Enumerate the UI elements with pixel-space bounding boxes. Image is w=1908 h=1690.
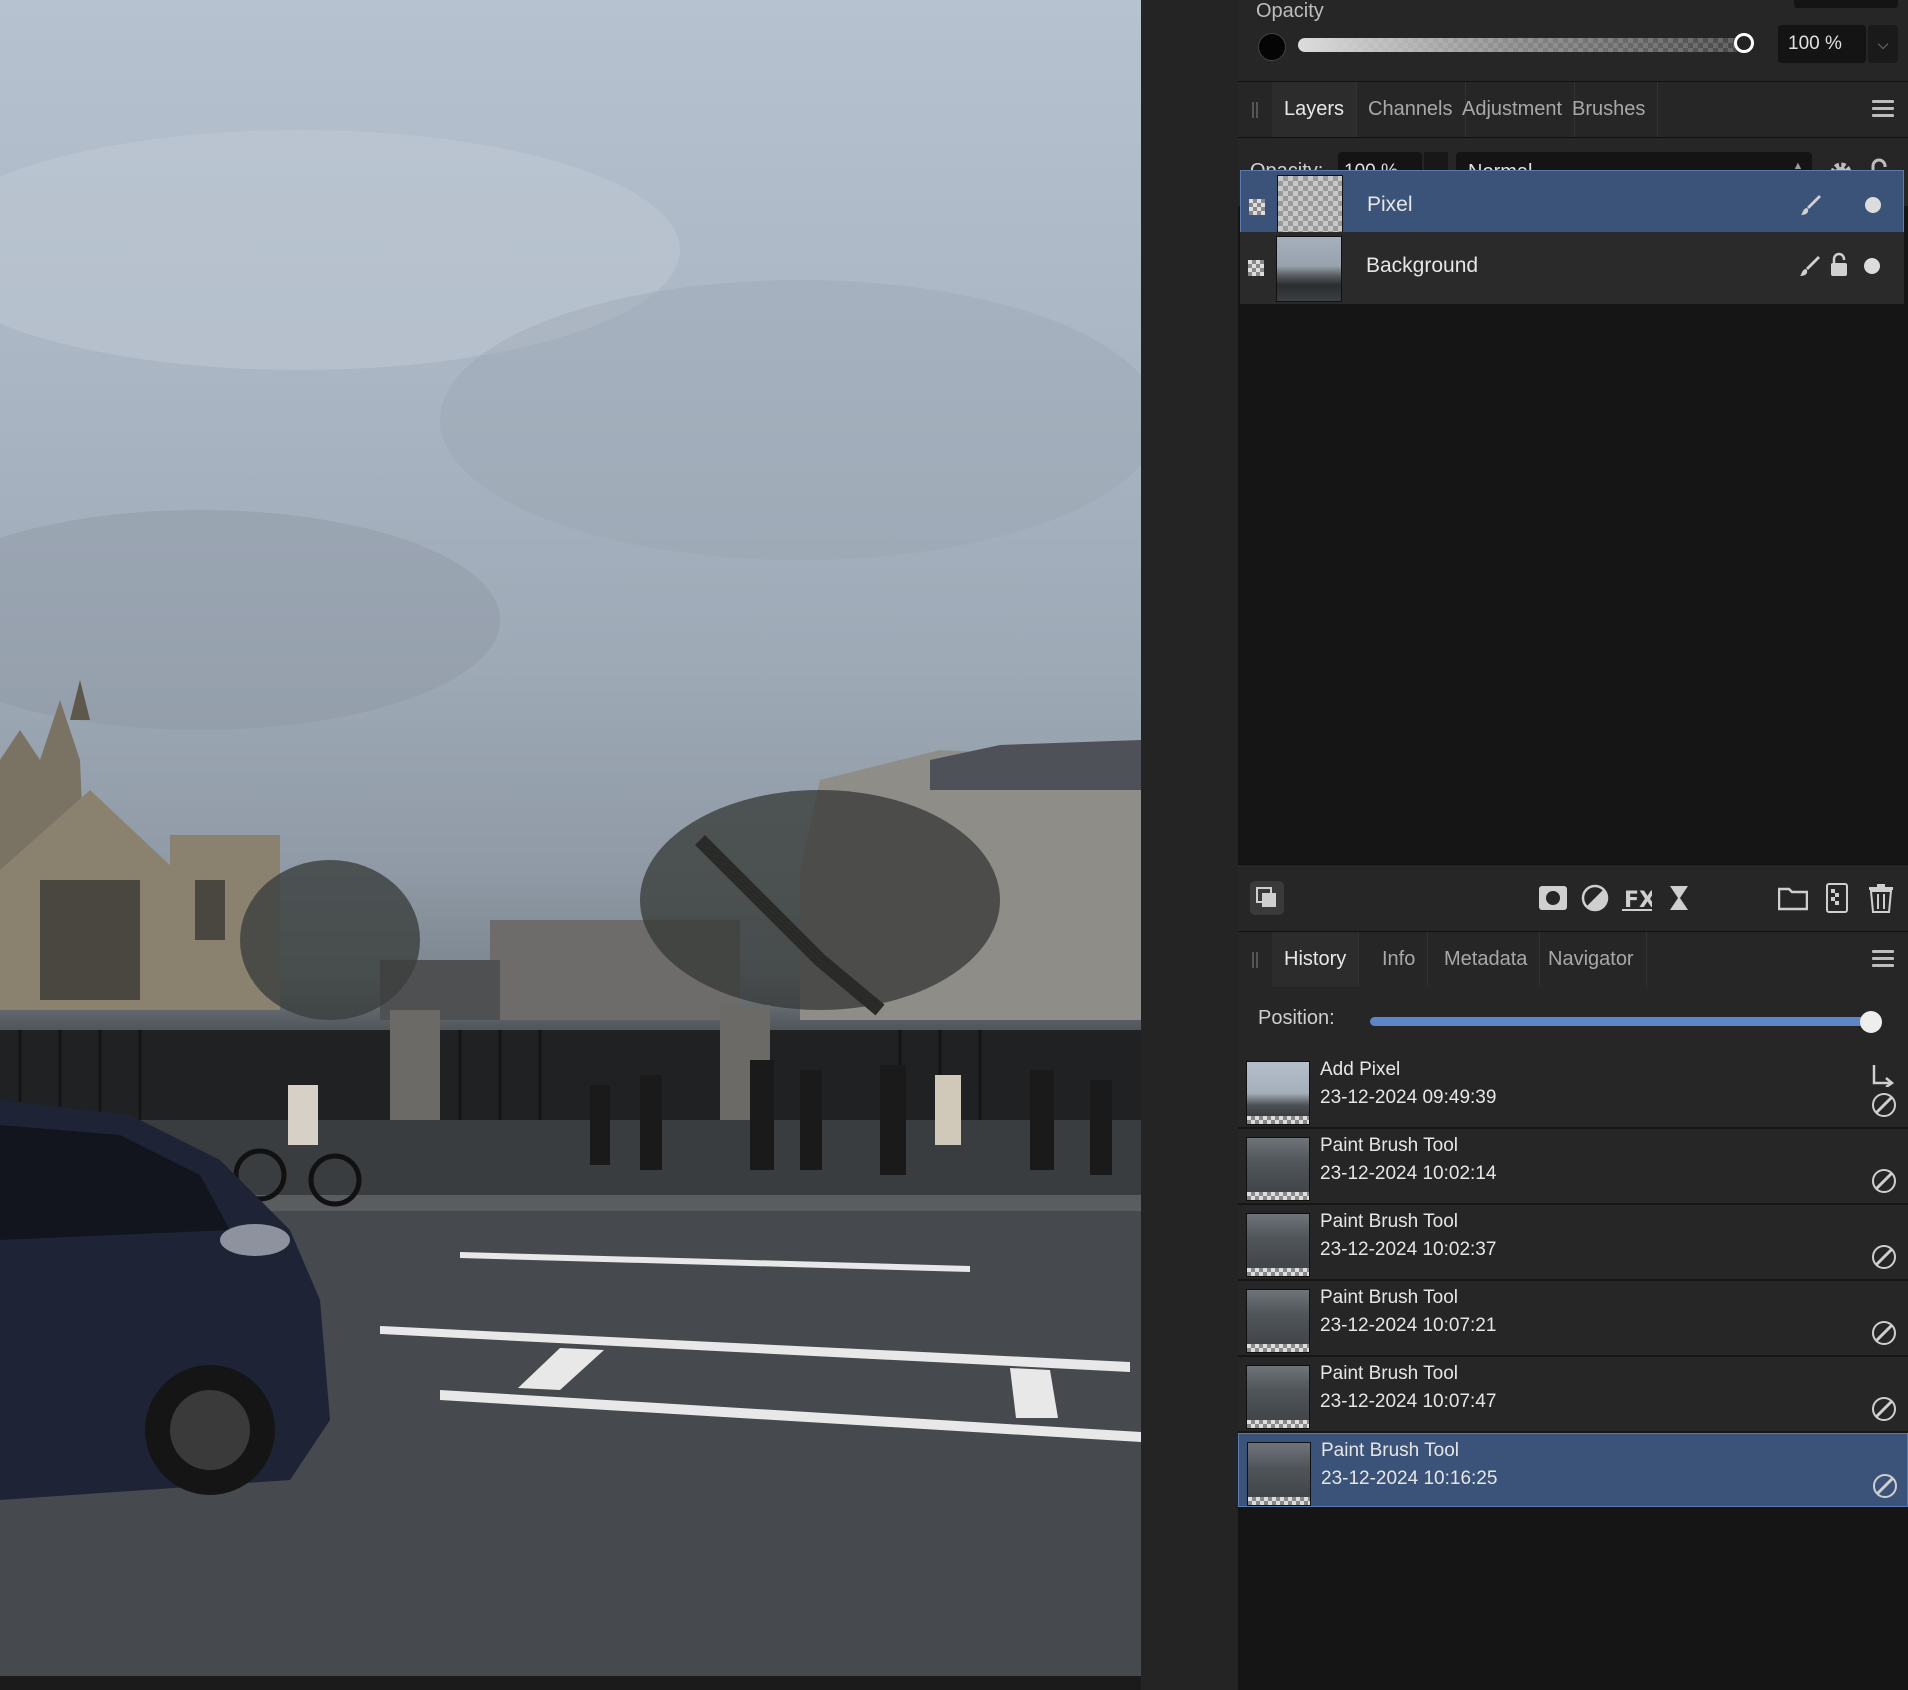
- history-action: Paint Brush Tool: [1320, 1363, 1459, 1384]
- history-action: Paint Brush Tool: [1320, 1287, 1459, 1308]
- layers-tabbar: Layers Channels Adjustment Brushes: [1238, 81, 1908, 138]
- adjustment-icon[interactable]: [1580, 883, 1610, 913]
- history-position-bar: Position:: [1238, 987, 1908, 1054]
- history-time: 23-12-2024 10:02:37: [1320, 1239, 1497, 1260]
- visibility-dot-icon[interactable]: [1865, 197, 1881, 213]
- history-thumbnail: [1247, 1442, 1311, 1506]
- history-entry[interactable]: Paint Brush Tool 23-12-2024 10:07:47: [1238, 1357, 1908, 1433]
- snapshot-brush-icon[interactable]: [1871, 1472, 1899, 1500]
- branch-icon[interactable]: [1870, 1063, 1896, 1087]
- panel-grip-icon[interactable]: [1252, 952, 1258, 968]
- opacity-title: Opacity: [1256, 0, 1324, 22]
- tab-info[interactable]: Info: [1370, 932, 1429, 987]
- position-slider[interactable]: [1370, 1017, 1868, 1026]
- snapshot-brush-icon[interactable]: [1870, 1167, 1898, 1195]
- layers-list: Pixel Background: [1238, 170, 1908, 864]
- visibility-dot-icon[interactable]: [1864, 258, 1880, 274]
- history-time: 23-12-2024 09:49:39: [1320, 1087, 1497, 1108]
- history-entry[interactable]: Paint Brush Tool 23-12-2024 10:07:21: [1238, 1281, 1908, 1357]
- layer-type-icon: [1248, 260, 1264, 276]
- history-menu-icon[interactable]: [1872, 950, 1894, 968]
- canvas-gutter: [1141, 0, 1238, 1690]
- brush-opacity-panel: Opacity 100 % ⌵: [1238, 0, 1908, 81]
- history-thumbnail: [1246, 1137, 1310, 1201]
- history-entry[interactable]: Add Pixel 23-12-2024 09:49:39: [1238, 1053, 1908, 1129]
- position-label: Position:: [1258, 1007, 1335, 1029]
- panel-grip-icon[interactable]: [1252, 102, 1258, 118]
- layer-row-background[interactable]: Background: [1240, 232, 1904, 306]
- tab-layers[interactable]: Layers: [1272, 82, 1358, 137]
- arrange-icon[interactable]: [1250, 881, 1284, 915]
- history-action: Paint Brush Tool: [1321, 1440, 1460, 1461]
- snapshot-brush-icon[interactable]: [1870, 1395, 1898, 1423]
- studio-panels: Opacity 100 % ⌵ Layers Channels Adjustme…: [1238, 0, 1908, 1690]
- history-action: Paint Brush Tool: [1320, 1135, 1459, 1156]
- opacity-value-field[interactable]: 100 %: [1778, 25, 1866, 63]
- color-hex-field[interactable]: [1794, 0, 1898, 8]
- opacity-dropdown-button[interactable]: ⌵: [1868, 25, 1898, 63]
- layer-type-icon: [1249, 199, 1265, 215]
- brush-icon[interactable]: [1798, 254, 1822, 278]
- snapshot-brush-icon[interactable]: [1870, 1319, 1898, 1347]
- history-entry-selected[interactable]: Paint Brush Tool 23-12-2024 10:16:25: [1238, 1433, 1908, 1507]
- history-thumbnail: [1246, 1061, 1310, 1125]
- tab-navigator[interactable]: Navigator: [1536, 932, 1647, 987]
- add-pixel-layer-icon[interactable]: [1822, 883, 1852, 913]
- layer-name: Background: [1366, 254, 1479, 277]
- tab-metadata[interactable]: Metadata: [1432, 932, 1541, 987]
- history-time: 23-12-2024 10:07:47: [1320, 1391, 1497, 1412]
- snapshot-brush-icon[interactable]: [1870, 1243, 1898, 1271]
- history-action: Add Pixel: [1320, 1059, 1401, 1080]
- layers-footer-toolbar: FX: [1238, 864, 1908, 931]
- position-slider-knob[interactable]: [1860, 1011, 1882, 1033]
- mask-icon[interactable]: [1538, 883, 1568, 913]
- history-time: 23-12-2024 10:16:25: [1321, 1468, 1498, 1489]
- history-action: Paint Brush Tool: [1320, 1211, 1459, 1232]
- layer-lock-icon[interactable]: [1830, 252, 1848, 278]
- layer-thumbnail: [1276, 236, 1342, 302]
- history-thumbnail: [1246, 1289, 1310, 1353]
- tab-history[interactable]: History: [1272, 932, 1360, 987]
- history-entry[interactable]: Paint Brush Tool 23-12-2024 10:02:14: [1238, 1129, 1908, 1205]
- history-thumbnail: [1246, 1365, 1310, 1429]
- tab-adjustment[interactable]: Adjustment: [1450, 82, 1576, 137]
- opacity-slider-knob[interactable]: [1734, 33, 1754, 53]
- live-filter-icon[interactable]: [1664, 883, 1694, 913]
- trash-icon[interactable]: [1866, 883, 1896, 913]
- snapshot-brush-icon[interactable]: [1870, 1091, 1898, 1119]
- photo-image: [0, 130, 1141, 1676]
- history-time: 23-12-2024 10:07:21: [1320, 1315, 1497, 1336]
- group-icon[interactable]: [1778, 883, 1808, 913]
- history-list: Add Pixel 23-12-2024 09:49:39 Paint Brus…: [1238, 1053, 1908, 1690]
- canvas-bottom-edge: [0, 1676, 1141, 1690]
- color-swatch[interactable]: [1258, 33, 1286, 61]
- fx-icon[interactable]: FX: [1622, 883, 1652, 913]
- layers-menu-icon[interactable]: [1872, 100, 1894, 118]
- layer-name: Pixel: [1367, 193, 1413, 216]
- brush-icon[interactable]: [1799, 193, 1823, 217]
- history-thumbnail: [1246, 1213, 1310, 1277]
- history-entry[interactable]: Paint Brush Tool 23-12-2024 10:02:37: [1238, 1205, 1908, 1281]
- history-tabbar: History Info Metadata Navigator: [1238, 931, 1908, 988]
- document-canvas[interactable]: [0, 0, 1141, 1676]
- opacity-slider[interactable]: [1298, 38, 1742, 52]
- history-time: 23-12-2024 10:02:14: [1320, 1163, 1497, 1184]
- tab-brushes[interactable]: Brushes: [1560, 82, 1659, 137]
